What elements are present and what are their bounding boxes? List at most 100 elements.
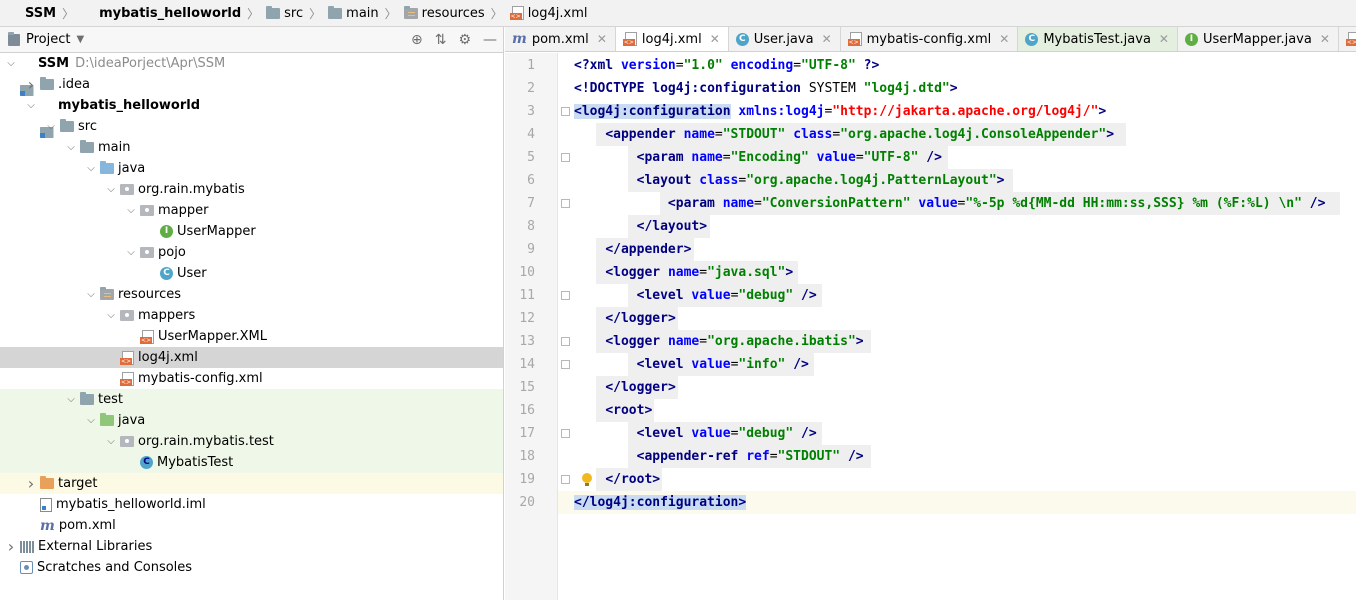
hide-icon[interactable]: — <box>483 32 497 48</box>
chevron-down-icon[interactable]: ⌵ <box>104 436 118 447</box>
tree-item[interactable]: › .idea <box>0 74 503 95</box>
code-line[interactable]: <param name="ConversionPattern" value="%… <box>574 192 1325 215</box>
tree-item[interactable]: mybatis-config.xml <box>0 368 503 389</box>
tree-item[interactable]: I UserMapper <box>0 221 503 242</box>
breadcrumb-item[interactable]: SSM 〉 <box>4 0 78 26</box>
editor-tab[interactable]: I UserMapper.java ✕ <box>1178 27 1339 51</box>
chevron-down-icon[interactable]: ⌵ <box>24 100 38 111</box>
code-line[interactable]: <appender name="STDOUT" class="org.apach… <box>574 123 1114 146</box>
code-line[interactable]: </appender> <box>574 238 691 261</box>
code-line[interactable]: <root> <box>574 399 652 422</box>
tree-item[interactable]: ⌵ SSM D:\ideaPorject\Apr\SSM <box>0 53 503 96</box>
code-line[interactable]: <logger name="org.apache.ibatis"> <box>574 330 863 353</box>
code-line[interactable]: <level value="debug" /> <box>574 284 817 307</box>
code-token: < <box>605 127 614 142</box>
breadcrumb-item[interactable]: resources 〉 <box>401 0 507 26</box>
chevron-down-icon[interactable]: ⌵ <box>104 184 118 195</box>
code-line[interactable]: <logger name="java.sql"> <box>574 261 793 284</box>
chevron-right-icon[interactable]: › <box>24 75 38 94</box>
tree-item[interactable]: › target <box>0 473 503 494</box>
code-line[interactable]: </logger> <box>574 376 675 399</box>
chevron-down-icon[interactable]: ⌵ <box>84 163 98 174</box>
tree-item[interactable]: Scratches and Consoles <box>0 557 503 578</box>
tree-item[interactable]: mybatis_helloworld.iml <box>0 494 503 515</box>
project-panel-title[interactable]: Project <box>26 32 70 47</box>
tree-item[interactable]: C MybatisTest <box>0 452 503 473</box>
tree-item[interactable]: ⌵ org.rain.mybatis.test <box>0 431 503 452</box>
close-icon[interactable]: ✕ <box>1159 32 1169 46</box>
code-line[interactable]: <!DOCTYPE log4j:configuration SYSTEM "lo… <box>574 77 958 100</box>
tree-item[interactable]: ⌵ main <box>0 137 503 158</box>
close-icon[interactable]: ✕ <box>1320 32 1330 46</box>
fold-marker-icon[interactable] <box>561 107 570 116</box>
tree-item[interactable]: UserMapper.XML <box>0 326 503 347</box>
code-line[interactable]: <layout class="org.apache.log4j.PatternL… <box>574 169 1005 192</box>
chevron-down-icon[interactable]: ⌵ <box>124 247 138 258</box>
tree-item[interactable]: C User <box>0 263 503 284</box>
tree-item[interactable]: log4j.xml <box>0 347 503 368</box>
fold-marker-icon[interactable] <box>561 360 570 369</box>
close-icon[interactable]: ✕ <box>822 32 832 46</box>
chevron-right-icon[interactable]: › <box>4 537 18 556</box>
fold-marker-icon[interactable] <box>561 475 570 484</box>
close-icon[interactable]: ✕ <box>597 32 607 46</box>
code-line[interactable]: <appender-ref ref="STDOUT" /> <box>574 445 864 468</box>
tree-item[interactable]: ⌵ resources <box>0 284 503 305</box>
tree-item[interactable]: ⌵ mybatis_helloworld <box>0 95 503 138</box>
fold-marker-icon[interactable] <box>561 429 570 438</box>
editor-tab[interactable]: UserMapper. <box>1339 27 1356 51</box>
breadcrumb-item[interactable]: log4j.xml <box>507 0 588 26</box>
tree-item[interactable]: ⌵ java <box>0 410 503 431</box>
code-line[interactable]: <level value="info" /> <box>574 353 809 376</box>
editor-tab[interactable]: C User.java ✕ <box>729 27 841 51</box>
code-line[interactable]: <param name="Encoding" value="UTF-8" /> <box>574 146 942 169</box>
tree-item[interactable]: ⌵ pojo <box>0 242 503 263</box>
chevron-down-icon[interactable]: ⌵ <box>4 58 18 69</box>
close-icon[interactable]: ✕ <box>710 32 720 46</box>
chevron-down-icon[interactable]: ⌵ <box>104 310 118 321</box>
editor-tab[interactable]: mybatis-config.xml ✕ <box>841 27 1019 51</box>
tree-item[interactable]: ⌵ src <box>0 116 503 137</box>
fold-marker-icon[interactable] <box>561 337 570 346</box>
tree-item[interactable]: › External Libraries <box>0 536 503 557</box>
code-line[interactable]: </logger> <box>574 307 675 330</box>
tree-item-label: org.rain.mybatis <box>138 182 245 197</box>
tree-item[interactable]: ⌵ test <box>0 389 503 410</box>
locate-icon[interactable]: ⊕ <box>411 32 423 48</box>
code-token: "debug" <box>738 426 794 441</box>
chevron-down-icon[interactable]: ⌵ <box>64 142 78 153</box>
close-icon[interactable]: ✕ <box>999 32 1009 46</box>
fold-marker-icon[interactable] <box>561 199 570 208</box>
code-line[interactable]: <log4j:configuration xmlns:log4j="http:/… <box>574 100 1106 123</box>
chevron-down-icon[interactable]: ⌵ <box>84 289 98 300</box>
tree-item[interactable]: ⌵ mappers <box>0 305 503 326</box>
editor-tab[interactable]: log4j.xml ✕ <box>615 27 729 51</box>
tree-item[interactable]: m pom.xml <box>0 515 503 536</box>
code-line[interactable]: </log4j:configuration> <box>574 491 747 514</box>
chevron-down-icon[interactable]: ⌵ <box>84 415 98 426</box>
lightbulb-icon[interactable] <box>581 473 593 487</box>
tree-item[interactable]: ⌵ mapper <box>0 200 503 221</box>
project-panel-header[interactable]: Project ▼ ⊕ ⇅ ⚙ — <box>0 27 503 53</box>
fold-marker-icon[interactable] <box>561 153 570 162</box>
code-line[interactable]: </layout> <box>574 215 707 238</box>
breadcrumb-item[interactable]: mybatis_helloworld 〉 <box>78 0 263 26</box>
breadcrumb-item[interactable]: main 〉 <box>325 0 401 26</box>
breadcrumb-item[interactable]: src 〉 <box>263 0 325 26</box>
code-line[interactable]: <level value="debug" /> <box>574 422 817 445</box>
fold-marker-icon[interactable] <box>561 291 570 300</box>
chevron-down-icon[interactable]: ⌵ <box>124 205 138 216</box>
editor-tab[interactable]: C MybatisTest.java ✕ <box>1018 27 1178 51</box>
chevron-right-icon[interactable]: › <box>24 474 38 493</box>
code-line[interactable]: <?xml version="1.0" encoding="UTF-8" ?> <box>574 54 879 77</box>
editor-tab[interactable]: m pom.xml ✕ <box>505 27 616 51</box>
chevron-down-icon[interactable]: ⌵ <box>64 394 78 405</box>
code-token: = <box>832 127 841 142</box>
gear-icon[interactable]: ⚙ <box>458 32 471 48</box>
chevron-down-icon[interactable]: ▼ <box>76 34 84 45</box>
tree-item[interactable]: ⌵ java <box>0 158 503 179</box>
tree-item[interactable]: ⌵ org.rain.mybatis <box>0 179 503 200</box>
collapse-all-icon[interactable]: ⇅ <box>435 32 447 48</box>
chevron-down-icon[interactable]: ⌵ <box>44 121 58 132</box>
